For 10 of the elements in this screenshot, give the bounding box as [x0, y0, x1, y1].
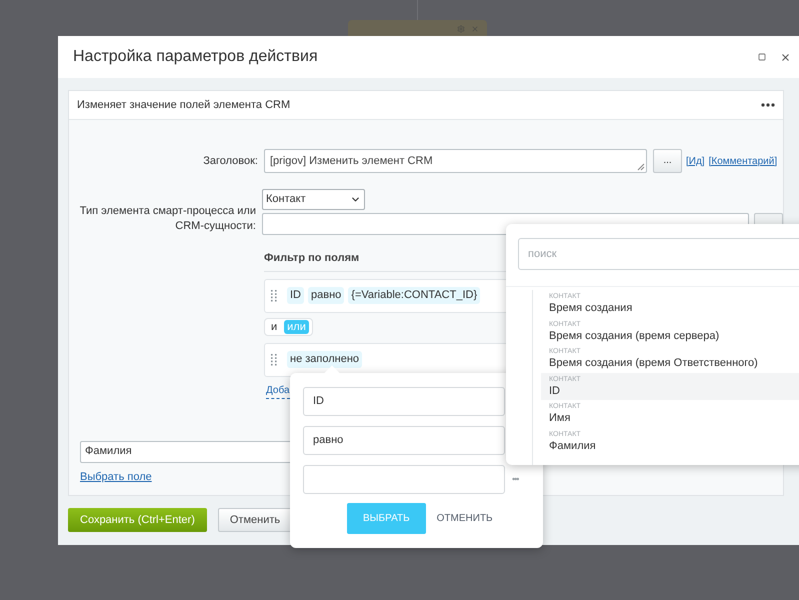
panel-header: Изменяет значение полей элемента CRM — [77, 98, 290, 113]
item-name: Фамилия — [549, 438, 597, 453]
field-label: Заголовок: — [202, 154, 258, 169]
item-name: Время создания (время Ответственного) — [549, 356, 759, 370]
item-name: ID — [549, 384, 561, 398]
field-label: Тип элемента смарт-процесса или CRM-сущности: — [78, 204, 256, 234]
dialog-title: Настройка параметров действия — [73, 47, 318, 67]
item-name: Время создания (время сервера) — [549, 328, 720, 343]
item-name: Имя — [549, 411, 572, 426]
item-name: Время создания — [549, 301, 634, 316]
